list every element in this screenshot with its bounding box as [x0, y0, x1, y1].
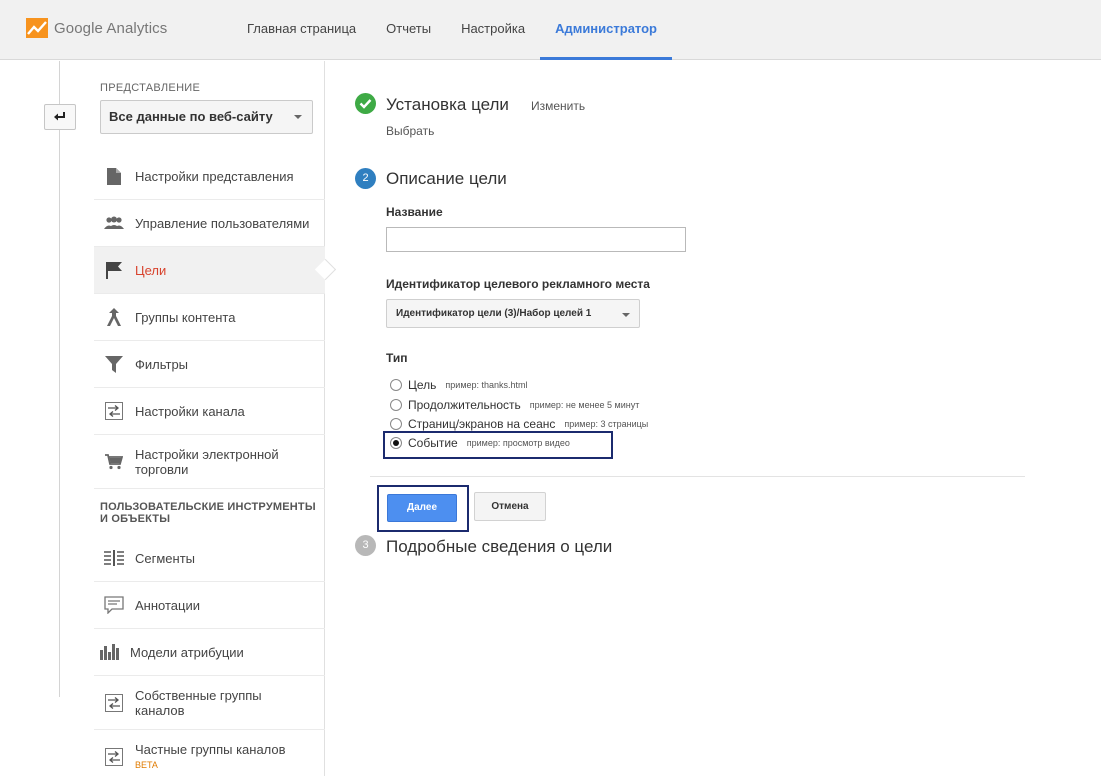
logo-text: Google Analytics [54, 19, 168, 37]
users-icon [103, 212, 125, 234]
chevron-down-icon [294, 115, 302, 119]
goal-setup-panel: Установка цели Изменить Выбрать 2 Описан… [325, 61, 1101, 776]
goal-slot-value: Идентификатор цели (3)/Набор целей 1 [396, 308, 592, 319]
filter-icon [103, 353, 125, 375]
sidebar-item-label: Сегменты [135, 550, 196, 566]
divider [370, 476, 1025, 477]
chevron-down-icon [622, 313, 630, 317]
sidebar-item-content-groups[interactable]: Группы контента [94, 294, 325, 341]
section-title-custom-tools: ПОЛЬЗОВАТЕЛЬСКИЕ ИНСТРУМЕНТЫ И ОБЪЕКТЫ [100, 501, 316, 525]
nav-admin[interactable]: Администратор [540, 0, 672, 60]
sidebar-item-label: Частные группы каналов [135, 741, 286, 757]
step2-number: 2 [355, 168, 376, 189]
radio-example: пример: не менее 5 минут [529, 400, 640, 410]
analytics-logo-icon [26, 18, 48, 38]
goal-name-label: Название [386, 205, 443, 219]
view-selector[interactable]: Все данные по веб-сайту [100, 100, 313, 134]
step3-title: Подробные сведения о цели [386, 537, 613, 556]
step1-title: Установка цели [386, 95, 509, 114]
back-arrow-icon [54, 112, 65, 121]
view-menu: Настройки представления Управление польз… [94, 153, 325, 776]
back-button[interactable] [44, 104, 76, 130]
cancel-button[interactable]: Отмена [474, 492, 546, 521]
sidebar-item-label: Настройки канала [135, 403, 245, 419]
channel-icon [103, 400, 125, 422]
sidebar-item-label: Настройки представления [135, 168, 294, 184]
goal-name-input[interactable] [386, 227, 686, 252]
sidebar-item-ecommerce-settings[interactable]: Настройки электронной торговли [94, 435, 325, 489]
sidebar-item-custom-channel-groups[interactable]: Собственные группы каналов [94, 676, 325, 730]
goal-type-duration[interactable]: Продолжительность пример: не менее 5 мин… [390, 396, 639, 414]
channel-icon [103, 692, 125, 714]
view-selected-value: Все данные по веб-сайту [109, 109, 273, 124]
merge-icon [103, 306, 125, 328]
sidebar-item-label: Группы контента [135, 309, 236, 325]
nav-customization[interactable]: Настройка [446, 0, 540, 60]
goal-slot-label: Идентификатор целевого рекламного места [386, 277, 650, 291]
radio-example: пример: 3 страницы [564, 419, 649, 429]
radio-example: пример: thanks.html [445, 380, 528, 390]
sidebar-item-user-management[interactable]: Управление пользователями [94, 200, 325, 247]
sidebar-item-label: Настройки электронной торговли [135, 446, 279, 477]
sidebar-item-label: Фильтры [135, 356, 189, 372]
annotation-icon [103, 594, 125, 616]
document-icon [103, 165, 125, 187]
radio-label: Цель [408, 378, 437, 392]
next-button[interactable]: Далее [387, 494, 457, 522]
channel-icon [103, 746, 125, 768]
segments-icon [103, 547, 125, 569]
step2-title: Описание цели [386, 169, 507, 188]
step-complete-check-icon [355, 93, 376, 114]
step3-number: 3 [355, 535, 376, 556]
cart-icon [103, 451, 125, 473]
radio-button[interactable] [390, 418, 402, 430]
sidebar-item-label: Цели [135, 262, 167, 278]
sidebar-guide-line [59, 61, 60, 697]
sidebar-item-label-wrap: Частные группы каналов BETA [135, 742, 286, 773]
next-highlight-box: Далее [377, 485, 469, 532]
radio-label: Продолжительность [408, 398, 521, 412]
admin-sidebar: ПРЕДСТАВЛЕНИЕ Все данные по веб-сайту На… [0, 61, 325, 776]
view-label: ПРЕДСТАВЛЕНИЕ [100, 82, 201, 94]
change-link[interactable]: Изменить [531, 99, 585, 113]
sidebar-item-attribution-models[interactable]: Модели атрибуции [94, 629, 325, 676]
goal-type-label: Тип [386, 351, 408, 365]
sidebar-item-goals[interactable]: Цели [94, 247, 325, 294]
top-bar: Google Analytics Главная страница Отчеты… [0, 0, 1101, 60]
goal-slot-select[interactable]: Идентификатор цели (3)/Набор целей 1 [386, 299, 640, 328]
sidebar-item-filters[interactable]: Фильтры [94, 341, 325, 388]
sidebar-item-label: Модели атрибуции [130, 644, 244, 660]
radio-label: Страниц/экранов на сеанс [408, 417, 556, 431]
sidebar-item-label: Аннотации [135, 597, 200, 613]
radio-button[interactable] [390, 399, 402, 411]
sidebar-item-channel-settings[interactable]: Настройки канала [94, 388, 325, 435]
event-highlight-box [383, 431, 613, 459]
sidebar-item-segments[interactable]: Сегменты [94, 535, 325, 582]
bar-chart-icon [100, 641, 122, 663]
flag-icon [103, 259, 125, 281]
google-analytics-logo[interactable]: Google Analytics [26, 17, 167, 39]
main-nav: Главная страница Отчеты Настройка Админи… [232, 0, 672, 60]
goal-setup-value: Выбрать [386, 124, 435, 138]
sidebar-item-label: Собственные группы каналов [135, 687, 262, 718]
beta-badge: BETA [135, 759, 158, 770]
goal-type-destination[interactable]: Цель пример: thanks.html [390, 376, 528, 394]
sidebar-item-private-channel-groups[interactable]: Частные группы каналов BETA [94, 730, 325, 776]
nav-home[interactable]: Главная страница [232, 0, 371, 60]
sidebar-item-view-settings[interactable]: Настройки представления [94, 153, 325, 200]
radio-button[interactable] [390, 379, 402, 391]
sidebar-item-label: Управление пользователями [135, 215, 310, 231]
sidebar-item-annotations[interactable]: Аннотации [94, 582, 325, 629]
nav-reports[interactable]: Отчеты [371, 0, 446, 60]
